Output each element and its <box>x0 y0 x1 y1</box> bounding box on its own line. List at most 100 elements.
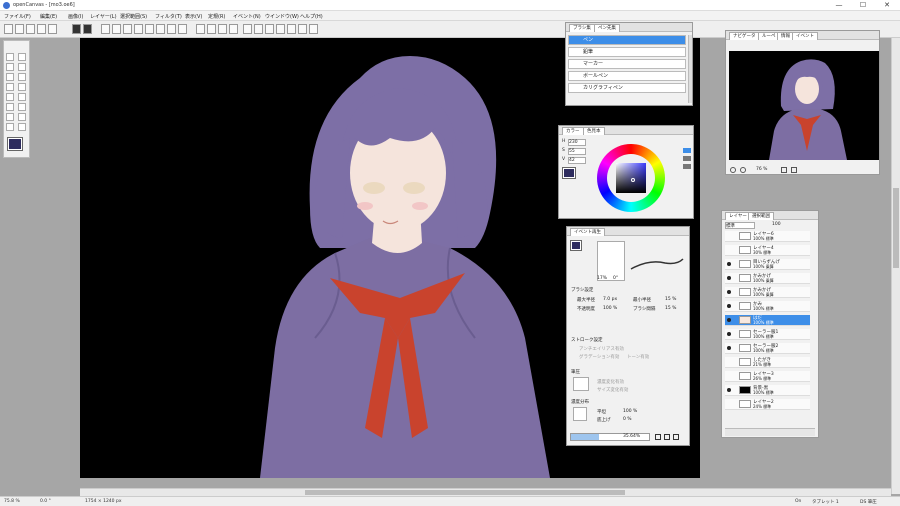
flip-icon[interactable] <box>156 24 165 34</box>
menu-filter[interactable]: フィルタ(T) <box>155 13 182 20</box>
invert-icon[interactable] <box>218 24 227 34</box>
menu-help[interactable]: ヘルプ(H) <box>300 13 323 20</box>
tab-brush-tip[interactable]: ペン先集 <box>594 24 620 32</box>
visibility-eye-icon[interactable] <box>727 262 731 266</box>
color-mode-icon-2[interactable] <box>683 156 691 161</box>
stop-icon[interactable] <box>673 434 679 440</box>
horizontal-scrollbar[interactable] <box>80 488 891 496</box>
transform-tool-icon[interactable] <box>6 113 14 121</box>
value-field[interactable]: 42 <box>568 157 586 164</box>
hue-field[interactable]: 230 <box>568 139 586 146</box>
pen-tool-icon[interactable] <box>6 53 14 61</box>
save-as-icon[interactable] <box>37 24 46 34</box>
menu-layer[interactable]: レイヤー(L) <box>90 13 117 20</box>
layer-opacity-value[interactable]: 100 <box>772 222 781 227</box>
zoom-out-icon[interactable] <box>730 167 736 173</box>
layer-row[interactable]: かみかげ 100% 乗算 <box>725 287 810 298</box>
eyedropper-tool-icon[interactable] <box>18 113 26 121</box>
close-button[interactable]: ✕ <box>876 0 898 11</box>
current-color-swatch[interactable] <box>562 167 576 179</box>
rotate-reset-icon[interactable] <box>309 24 318 34</box>
visibility-eye-icon[interactable] <box>727 388 731 392</box>
layer-row[interactable]: セーラー服2 100% 標準 <box>725 343 810 354</box>
tab-brush-set[interactable]: ブラシ集 <box>569 24 595 32</box>
paste-icon[interactable] <box>134 24 143 34</box>
text-tool-icon[interactable] <box>6 103 14 111</box>
layer-row[interactable]: はだ 100% 標準 <box>725 315 810 326</box>
brush-item-marker[interactable]: マーカー <box>568 59 686 69</box>
new-layer-icon[interactable] <box>101 24 110 34</box>
select-tool-icon[interactable] <box>6 93 14 101</box>
print-icon[interactable] <box>48 24 57 34</box>
brush-item-pen[interactable]: ペン <box>568 35 686 45</box>
visibility-eye-icon[interactable] <box>727 346 731 350</box>
tab-swatches[interactable]: 色見本 <box>583 127 605 135</box>
brush-item-ballpen[interactable]: ボールペン <box>568 71 686 81</box>
zoom-in-icon[interactable] <box>740 167 746 173</box>
color-mode-icon[interactable] <box>683 148 691 153</box>
step-forward-icon[interactable] <box>83 24 92 34</box>
visibility-eye-icon[interactable] <box>727 304 731 308</box>
saturation-field[interactable]: 55 <box>568 148 586 155</box>
layer-row[interactable]: レイヤー3 26% 標準 <box>725 371 810 382</box>
minimize-button[interactable]: — <box>828 0 850 11</box>
foreground-color-swatch[interactable] <box>7 137 23 151</box>
layer-row[interactable]: したがき 21% 標準 <box>725 357 810 368</box>
fit-icon[interactable] <box>167 24 176 34</box>
lasso-tool-icon[interactable] <box>18 93 26 101</box>
vertical-scroll-thumb[interactable] <box>893 188 899 268</box>
open-file-icon[interactable] <box>15 24 24 34</box>
blend-mode-select[interactable]: 標準 <box>725 222 755 229</box>
visibility-eye-icon[interactable] <box>727 290 731 294</box>
navigator-zoom-value[interactable]: 76 % <box>756 167 767 172</box>
step-back-icon[interactable] <box>72 24 81 34</box>
menu-ruler[interactable]: 定規(R) <box>208 13 225 20</box>
tab-selection[interactable]: 選択範囲 <box>748 212 774 220</box>
menu-view[interactable]: 表示(V) <box>185 13 202 20</box>
select-icon[interactable] <box>196 24 205 34</box>
layer-row[interactable]: かみかげ 100% 乗算 <box>725 273 810 284</box>
zoom-fit-icon[interactable] <box>265 24 274 34</box>
settings-icon[interactable] <box>276 24 285 34</box>
tab-event[interactable]: イベント <box>792 32 818 40</box>
blur-tool-icon[interactable] <box>18 83 26 91</box>
cut-icon[interactable] <box>123 24 132 34</box>
duplicate-icon[interactable] <box>145 24 154 34</box>
shape-tool-icon[interactable] <box>18 103 26 111</box>
hand-tool-icon[interactable] <box>6 123 14 131</box>
layer-row[interactable]: レイヤー2 24% 標準 <box>725 399 810 410</box>
rotate-right-icon[interactable] <box>298 24 307 34</box>
rotate-left-icon[interactable] <box>287 24 296 34</box>
menu-edit[interactable]: 編集(E) <box>40 13 57 20</box>
visibility-eye-icon[interactable] <box>727 276 731 280</box>
sound-icon[interactable] <box>229 24 238 34</box>
deselect-icon[interactable] <box>207 24 216 34</box>
color-picker-cursor[interactable] <box>631 178 635 182</box>
layer-row[interactable]: レイヤー6 100% 標準 <box>725 231 810 242</box>
maximize-button[interactable]: ☐ <box>852 0 874 11</box>
airbrush-tool-icon[interactable] <box>18 63 26 71</box>
vertical-scrollbar[interactable] <box>891 38 900 494</box>
menu-file[interactable]: ファイル(F) <box>4 13 31 20</box>
brush-item-pencil[interactable]: 鉛筆 <box>568 47 686 57</box>
menu-window[interactable]: ウインドウ(W) <box>265 13 299 20</box>
copy-icon[interactable] <box>112 24 121 34</box>
crop-icon[interactable] <box>178 24 187 34</box>
rotate-icon[interactable] <box>781 167 787 173</box>
tab-navigator[interactable]: ナビゲータ <box>729 32 760 40</box>
visibility-eye-icon[interactable] <box>727 318 731 322</box>
eraser-tool-icon[interactable] <box>18 53 26 61</box>
zoom-out-icon[interactable] <box>254 24 263 34</box>
menu-selection[interactable]: 選択範囲(S) <box>120 13 147 20</box>
tab-layers[interactable]: レイヤー <box>725 212 751 220</box>
zoom-tool-icon[interactable] <box>18 123 26 131</box>
play-icon[interactable] <box>655 434 661 440</box>
tab-color[interactable]: カラー <box>562 127 584 135</box>
brush-list-scrollbar[interactable] <box>688 35 692 103</box>
zoom-in-icon[interactable] <box>243 24 252 34</box>
horizontal-scroll-thumb[interactable] <box>305 490 625 495</box>
pause-icon[interactable] <box>664 434 670 440</box>
color-mode-icon-3[interactable] <box>683 164 691 169</box>
gradient-tool-icon[interactable] <box>18 73 26 81</box>
hue-ring[interactable] <box>597 144 665 212</box>
